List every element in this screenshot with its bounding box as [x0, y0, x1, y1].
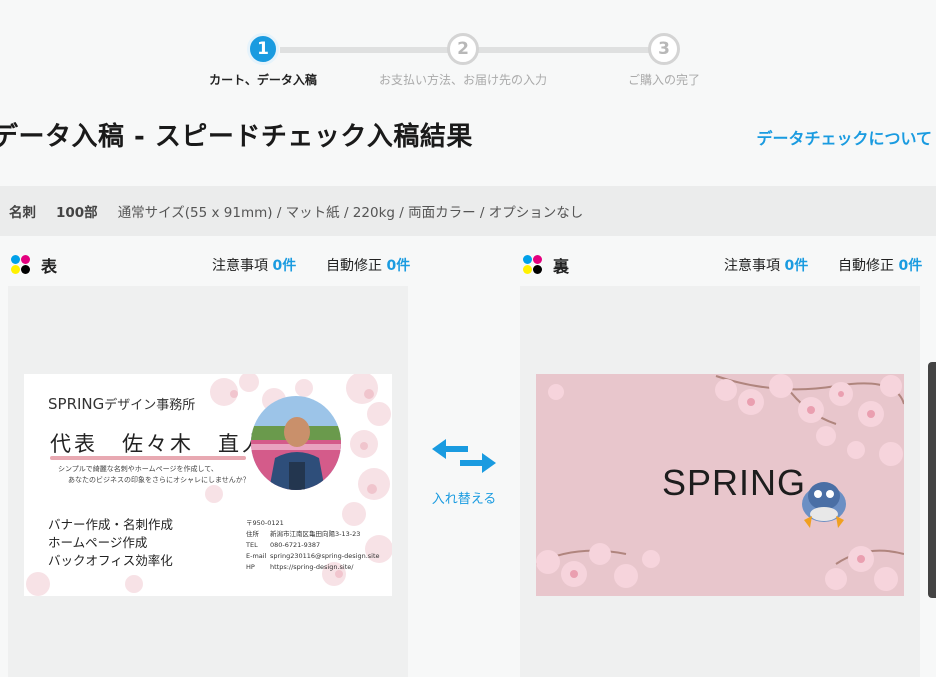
- tagline: シンプルで綺麗な名刺やホームページを作成して、 あなたのビジネスの印象をさらにオ…: [58, 465, 250, 484]
- front-autofix-count: 自動修正 0件: [326, 258, 411, 274]
- portrait-photo: [251, 396, 341, 490]
- product-type: 名刺: [9, 205, 36, 221]
- services-list: バナー作成・名刺作成 ホームページ作成 バックオフィス効率化: [48, 517, 174, 568]
- front-card-preview: SPRINGデザイン事務所 代表 佐々木 直人 シンプルで綺麗な名刺やホームペー…: [24, 374, 392, 596]
- swap-label: 入れ替える: [431, 492, 497, 507]
- swap-arrows-icon: [432, 439, 496, 473]
- page-title: データ入稿 - スピードチェック入稿結果: [0, 122, 473, 152]
- checkout-stepper: 1 2 3 カート、データ入稿 お支払い方法、お届け先の入力 ご購入の完了: [0, 33, 936, 93]
- front-side-label: 表: [41, 257, 58, 276]
- step-1-label: カート、データ入稿: [209, 73, 317, 87]
- back-card-preview: SPRING: [536, 374, 904, 596]
- data-check-info-link[interactable]: データチェックについて: [756, 125, 932, 149]
- contact-info: 〒950-0121 住所 新潟市江南区亀田向陽3-13-23 TEL 080-672…: [246, 519, 380, 571]
- person-name: 代表 佐々木 直人: [50, 432, 266, 456]
- back-logo-text: SPRING: [662, 462, 807, 503]
- name-underline: [50, 456, 246, 460]
- back-notice-count: 注意事項 0件: [724, 258, 809, 274]
- step-3-label: ご購入の完了: [627, 73, 701, 87]
- cmyk-icon: [11, 255, 31, 275]
- swap-sides-button[interactable]: 入れ替える: [424, 436, 504, 512]
- front-panel-header: 表: [11, 252, 57, 278]
- order-spec-details: 通常サイズ(55 x 91mm) / マット紙 / 220kg / 両面カラー …: [117, 205, 584, 221]
- step-1-circle: 1: [247, 33, 279, 65]
- company-name: SPRINGデザイン事務所: [48, 395, 196, 413]
- front-notice-count: 注意事項 0件: [212, 258, 297, 274]
- step-2-label: お支払い方法、お届け先の入力: [378, 73, 548, 87]
- step-connector: [280, 47, 448, 53]
- back-autofix-count: 自動修正 0件: [838, 258, 923, 274]
- order-quantity: 100部: [56, 205, 98, 221]
- step-connector: [478, 47, 650, 53]
- order-spec-bar: 名刺 100部 通常サイズ(55 x 91mm) / マット紙 / 220kg …: [0, 186, 936, 236]
- back-panel-header: 裏: [523, 252, 569, 278]
- step-2-circle: 2: [447, 33, 479, 65]
- cmyk-icon: [523, 255, 543, 275]
- back-side-label: 裏: [553, 257, 570, 276]
- step-3-circle: 3: [648, 33, 680, 65]
- scrollbar-thumb[interactable]: [928, 362, 936, 598]
